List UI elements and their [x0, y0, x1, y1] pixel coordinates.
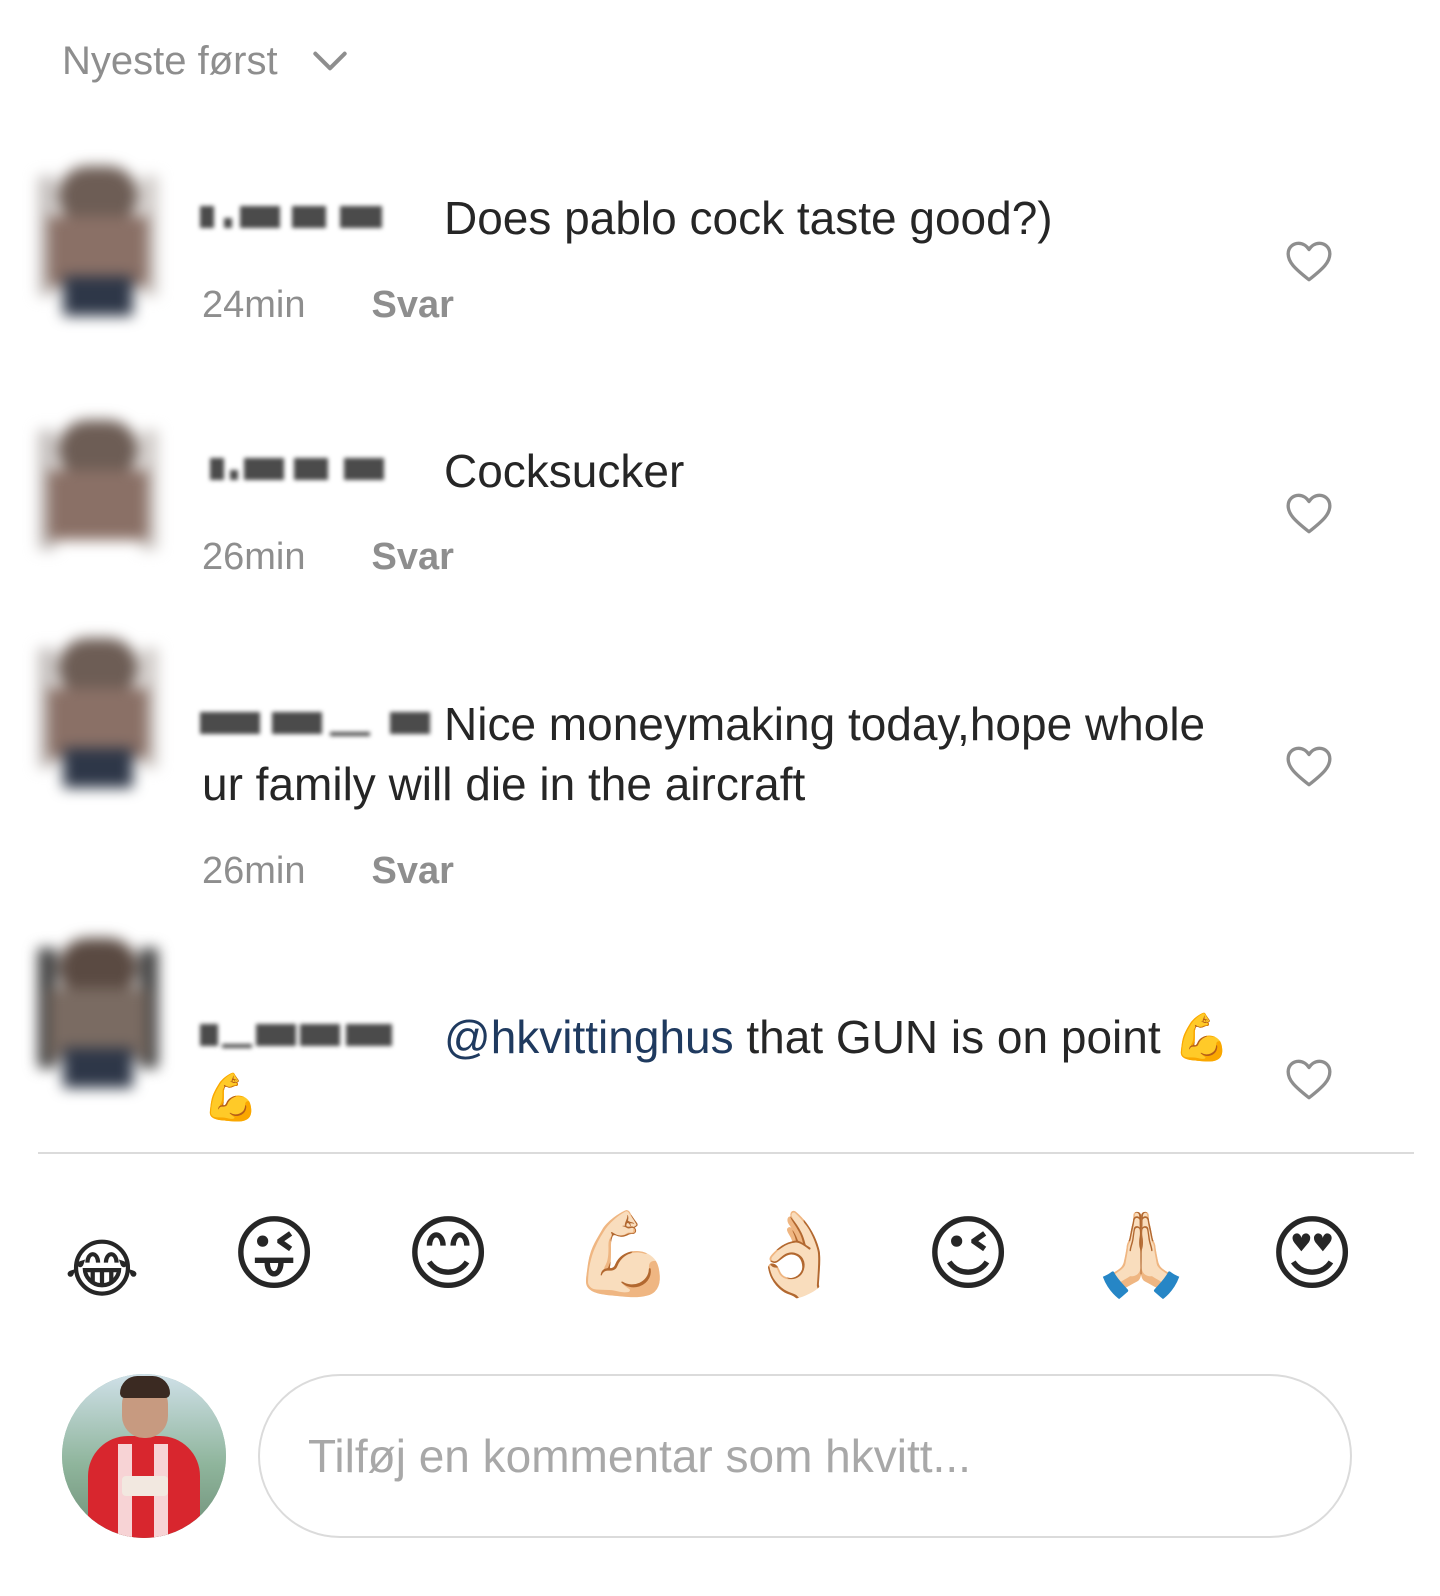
current-user-avatar [62, 1374, 226, 1538]
avatar[interactable] [38, 938, 158, 1098]
emoji-flexed-biceps[interactable]: 💪🏻 [572, 1200, 674, 1310]
reply-button[interactable]: Svar [372, 284, 454, 327]
emoji-quick-bar: 😂 😜 😊 💪🏻 👌🏻 😉 🙏🏻 😍 [0, 1200, 1440, 1310]
emoji-tears-of-joy[interactable]: 😂 [52, 1200, 152, 1310]
comment-text: Cocksucker [444, 445, 685, 497]
heart-icon[interactable] [1284, 743, 1334, 789]
comment-time: 24min [202, 284, 306, 326]
heart-icon[interactable] [1284, 490, 1334, 536]
divider [38, 1152, 162, 1154]
emoji-winking-face[interactable]: 😉 [918, 1200, 1018, 1310]
emoji-winking-tongue[interactable]: 😜 [224, 1200, 324, 1310]
emoji-ok-hand[interactable]: 👌🏻 [744, 1200, 846, 1310]
comment-time: 26min [202, 850, 306, 892]
avatar[interactable] [38, 420, 158, 550]
divider [162, 1152, 1414, 1154]
comment-input[interactable] [258, 1374, 1352, 1538]
emoji-heart-eyes[interactable]: 😍 [1262, 1200, 1362, 1310]
sort-label: Nyeste først [62, 38, 278, 83]
comment-text: @hkvittinghus that GUN is on point 💪💪 [202, 1011, 1231, 1123]
reply-button[interactable]: Svar [372, 850, 454, 893]
comment-text: Nice moneymaking today,hope whole ur fam… [202, 698, 1206, 810]
heart-icon[interactable] [1284, 238, 1334, 284]
reply-button[interactable]: Svar [372, 536, 454, 579]
chevron-down-icon [312, 51, 347, 71]
avatar[interactable] [38, 166, 158, 326]
emoji-folded-hands[interactable]: 🙏🏻 [1090, 1200, 1192, 1310]
sort-dropdown[interactable]: Nyeste først [62, 36, 352, 86]
emoji-smiling-eyes[interactable]: 😊 [398, 1200, 498, 1310]
mention-link[interactable]: @hkvittinghus [444, 1011, 734, 1063]
heart-icon[interactable] [1284, 1056, 1334, 1102]
comment-time: 26min [202, 536, 306, 578]
comment-text: Does pablo cock taste good?) [444, 192, 1053, 244]
avatar[interactable] [38, 638, 158, 798]
